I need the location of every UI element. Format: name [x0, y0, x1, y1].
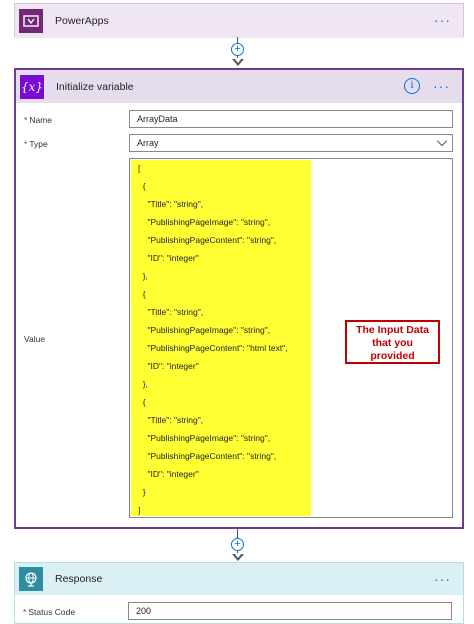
json-line: "ID": "integer" — [138, 469, 199, 479]
annotation-line: provided — [370, 350, 415, 362]
json-line: }, — [138, 271, 148, 281]
add-step-icon[interactable]: + — [231, 43, 244, 56]
status-code-label-text: Status Code — [28, 607, 76, 617]
json-highlight: [ { "Title": "string", "PublishingPageIm… — [131, 160, 311, 516]
more-options-icon[interactable]: ··· — [434, 13, 451, 27]
json-line: } — [138, 487, 146, 497]
more-options-icon[interactable]: ··· — [433, 79, 450, 93]
status-code-input[interactable]: 200 — [128, 602, 452, 620]
json-line: [ — [138, 163, 141, 173]
chevron-down-icon — [436, 135, 448, 147]
powerapps-icon — [19, 9, 43, 33]
status-code-field-label: * Status Code — [23, 607, 75, 617]
json-line: "Title": "string", — [138, 307, 204, 317]
value-textarea[interactable]: [ { "Title": "string", "PublishingPageIm… — [129, 158, 453, 518]
json-line: { — [138, 289, 146, 299]
required-marker: * — [24, 115, 28, 125]
initialize-variable-header[interactable]: {x} Initialize variable i ··· — [16, 70, 462, 103]
powerapps-step-header[interactable]: PowerApps ··· — [15, 4, 463, 38]
name-label-text: Name — [29, 115, 52, 125]
more-options-icon[interactable]: ··· — [434, 572, 451, 586]
json-line: "Title": "string", — [138, 199, 204, 209]
initialize-variable-title: Initialize variable — [56, 80, 134, 93]
type-dropdown[interactable]: Array — [129, 134, 453, 152]
powerapps-step-title: PowerApps — [55, 15, 109, 27]
name-field-label: * Name — [24, 115, 52, 125]
json-line: "PublishingPageContent": "string", — [138, 451, 277, 461]
json-line: "PublishingPageImage": "string", — [138, 217, 271, 227]
info-icon[interactable]: i — [404, 78, 420, 94]
json-line: "PublishingPageImage": "string", — [138, 433, 271, 443]
response-step-card[interactable]: Response ··· * Status Code 200 — [14, 562, 464, 624]
value-field-label: Value — [24, 334, 46, 344]
json-line: "PublishingPageContent": "html text", — [138, 343, 288, 353]
connector-arrow-icon — [232, 553, 244, 561]
json-line: "ID": "integer" — [138, 361, 199, 371]
type-dropdown-value: Array — [137, 138, 159, 148]
response-step-header[interactable]: Response ··· — [15, 563, 463, 595]
annotation-line: that you — [372, 337, 413, 349]
add-step-icon[interactable]: + — [231, 538, 244, 551]
connector-arrow-icon — [232, 58, 244, 66]
input-data-annotation: The Input Data that you provided — [345, 320, 440, 364]
variable-icon: {x} — [20, 74, 44, 99]
required-marker: * — [24, 139, 28, 149]
json-line: "PublishingPageImage": "string", — [138, 325, 271, 335]
response-step-title: Response — [55, 573, 103, 585]
globe-icon — [19, 567, 43, 591]
json-line: "ID": "integer" — [138, 253, 199, 263]
powerapps-step-card[interactable]: PowerApps ··· — [14, 3, 464, 38]
json-line: }, — [138, 379, 148, 389]
type-field-label: * Type — [24, 139, 48, 149]
json-line: { — [138, 181, 146, 191]
type-label-text: Type — [29, 139, 48, 149]
json-line: "PublishingPageContent": "string", — [138, 235, 277, 245]
json-line: "Title": "string", — [138, 415, 204, 425]
json-line: { — [138, 397, 146, 407]
initialize-variable-step-card[interactable]: {x} Initialize variable i ··· * Name Arra… — [14, 68, 464, 529]
annotation-line: The Input Data — [356, 324, 429, 336]
required-marker: * — [23, 607, 27, 617]
name-input[interactable]: ArrayData — [129, 110, 453, 128]
json-line: ] — [138, 505, 141, 515]
